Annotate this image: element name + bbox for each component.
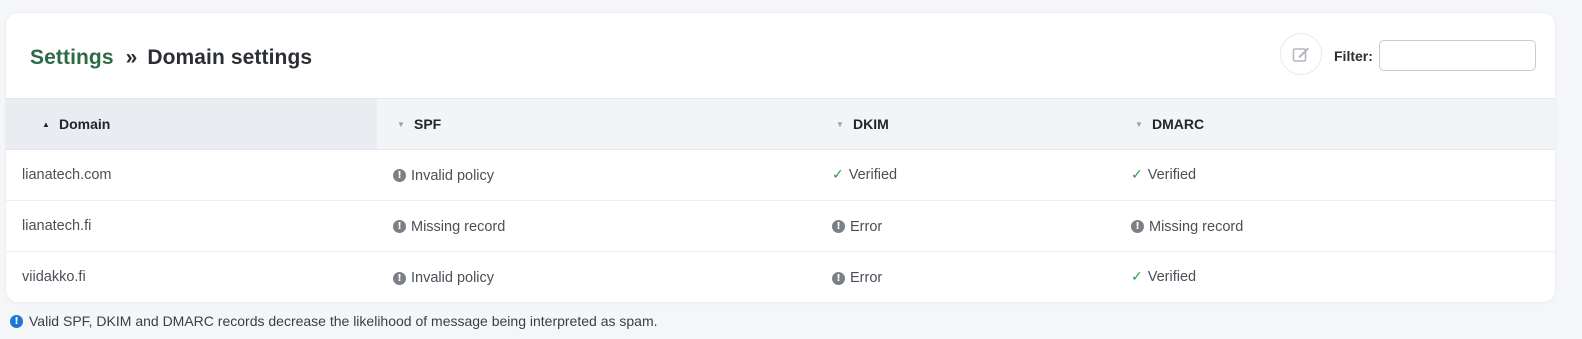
sort-descending-icon: ▼	[836, 119, 844, 129]
column-header-label: DMARC	[1152, 116, 1205, 132]
warning-icon: !	[393, 169, 406, 183]
warning-icon: !	[1131, 220, 1144, 234]
status-label: Missing record	[411, 218, 506, 235]
sort-descending-icon: ▼	[1135, 119, 1143, 129]
footnote: ! Valid SPF, DKIM and DMARC records decr…	[10, 313, 658, 329]
dmarc-status-cell: ✓ Verified	[1115, 149, 1555, 201]
domain-table: ▲ Domain ▼ SPF ▼ DKIM ▼ DMARC lianatech.…	[6, 98, 1555, 302]
warning-icon: !	[393, 220, 406, 234]
page-header: Settings » Domain settings Filter:	[6, 13, 1555, 98]
table-body: lianatech.com! Invalid policy ✓ Verified ✓ Ve…	[6, 149, 1555, 303]
status-label: Invalid policy	[411, 167, 495, 184]
breadcrumb: Settings » Domain settings	[30, 46, 312, 70]
info-icon: !	[10, 314, 23, 328]
status-indicator: ✓ Verified	[832, 167, 897, 183]
status-indicator: ! Missing record	[1131, 219, 1243, 235]
status-indicator: ! Invalid policy	[393, 168, 494, 184]
breadcrumb-settings-link[interactable]: Settings	[30, 46, 114, 69]
warning-icon: !	[832, 271, 845, 285]
column-header-dkim[interactable]: ▼ DKIM	[816, 98, 1115, 150]
spf-status-cell: ! Missing record	[377, 200, 816, 252]
dkim-status-cell: ! Error	[816, 252, 1115, 303]
table-row: viidakko.fi! Invalid policy! Error ✓ Verifie…	[6, 252, 1555, 303]
dkim-status-cell: ✓ Verified	[816, 149, 1115, 201]
column-header-domain[interactable]: ▲ Domain	[6, 98, 377, 150]
sort-descending-icon: ▼	[397, 119, 405, 129]
domain-settings-card: Settings » Domain settings Filter: ▲ Dom…	[6, 13, 1555, 302]
column-header-label: SPF	[414, 116, 442, 132]
status-label: Missing record	[1149, 218, 1244, 235]
domain-cell: viidakko.fi	[22, 269, 86, 286]
column-header-spf[interactable]: ▼ SPF	[377, 98, 816, 150]
status-label: Invalid policy	[411, 270, 495, 286]
checkmark-icon: ✓	[832, 167, 844, 183]
status-indicator: ! Invalid policy	[393, 270, 494, 286]
spf-status-cell: ! Invalid policy	[377, 149, 816, 201]
breadcrumb-separator: »	[125, 46, 138, 69]
warning-icon: !	[832, 220, 845, 234]
status-label: Error	[850, 218, 883, 235]
status-indicator: ! Error	[832, 219, 882, 235]
column-header-label: DKIM	[853, 116, 889, 132]
table-header-row: ▲ Domain ▼ SPF ▼ DKIM ▼ DMARC	[6, 98, 1555, 150]
dmarc-status-cell: ! Missing record	[1115, 200, 1555, 252]
dkim-status-cell: ! Error	[816, 200, 1115, 252]
footnote-text: Valid SPF, DKIM and DMARC records decrea…	[29, 313, 658, 329]
edit-button[interactable]	[1280, 33, 1322, 75]
sort-ascending-icon: ▲	[42, 119, 50, 129]
checkmark-icon: ✓	[1131, 269, 1143, 286]
column-header-label: Domain	[59, 116, 111, 132]
filter-label: Filter:	[1334, 48, 1373, 64]
domain-cell: lianatech.fi	[6, 200, 377, 252]
table-row: lianatech.fi! Missing record! Error! Missin…	[6, 200, 1555, 252]
status-indicator: ✓ Verified	[1131, 167, 1196, 183]
status-label: Error	[850, 270, 883, 286]
status-label: Verified	[1147, 167, 1197, 183]
column-header-dmarc[interactable]: ▼ DMARC	[1115, 98, 1555, 150]
warning-icon: !	[393, 271, 406, 285]
status-label: Verified	[1147, 269, 1197, 286]
table-row: lianatech.com! Invalid policy ✓ Verified ✓ Ve…	[6, 149, 1555, 201]
edit-icon	[1292, 47, 1309, 62]
status-indicator: ✓ Verified	[1131, 269, 1196, 285]
checkmark-icon: ✓	[1131, 167, 1143, 183]
page-title: Domain settings	[147, 46, 313, 69]
status-label: Verified	[848, 167, 898, 183]
spf-status-cell: ! Invalid policy	[377, 252, 816, 303]
status-indicator: ! Missing record	[393, 219, 505, 235]
status-indicator: ! Error	[832, 270, 882, 286]
filter-input[interactable]	[1379, 40, 1536, 71]
dmarc-status-cell: ✓ Verified	[1115, 252, 1555, 303]
domain-cell: lianatech.com	[6, 149, 377, 201]
